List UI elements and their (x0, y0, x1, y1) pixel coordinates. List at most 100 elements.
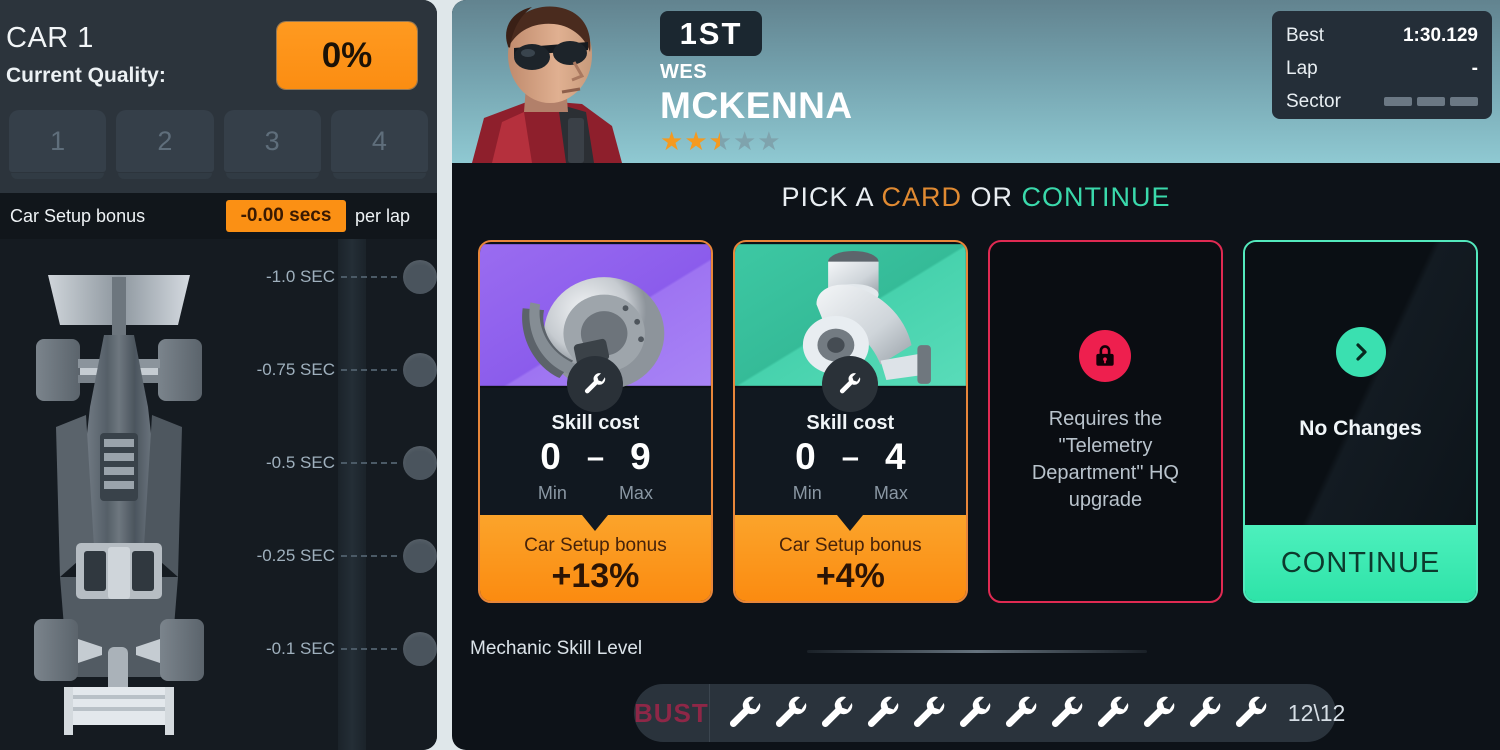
wrench-icon (1051, 696, 1083, 727)
wrench-icon (1143, 696, 1175, 727)
chevron-glyph-icon (1355, 342, 1367, 361)
milestone-dash (341, 462, 397, 464)
notch-arrow-icon (837, 515, 864, 531)
upgrade-card-2[interactable]: Skill cost 0 – 4 Min Max Car Setup bonus… (732, 240, 968, 603)
milestone-label: -0.25 SEC (256, 546, 335, 565)
wrench-token-list: 12\12 (710, 692, 1364, 734)
milestone-dash (341, 369, 397, 371)
timing-key: Lap (1286, 57, 1318, 79)
milestone-dot (403, 632, 437, 666)
driver-last-name: MCKENNA (660, 85, 853, 126)
timing-row-best: Best 1:30.129 (1286, 19, 1478, 52)
star-half-icon: ★ (709, 128, 732, 154)
card-list: Skill cost 0 – 9 Min Max Car Setup bonus… (478, 240, 1478, 603)
milestone-dot (403, 539, 437, 573)
skill-cost-label: Skill cost (806, 412, 895, 434)
car-setup-bonus-row: Car Setup bonus -0.00 secs per lap (0, 193, 437, 239)
car-tab-label: 2 (157, 125, 173, 156)
skill-cost-min-value: 0 (540, 436, 561, 477)
milestone-label: -1.0 SEC (266, 267, 335, 286)
min-label: Min (792, 483, 822, 503)
sector-bar (1384, 97, 1412, 106)
wrench-icon (1235, 696, 1267, 727)
notch-arrow-icon (582, 515, 609, 531)
driver-rating-stars: ★ ★ ★ ★ ★ (660, 128, 781, 154)
milestone-label: -0.1 SEC (266, 639, 335, 658)
wrench-icon (775, 696, 807, 727)
car-setup-bonus-label: Car Setup bonus (10, 205, 146, 226)
star-icon: ★ (684, 126, 708, 156)
heading-part-card: CARD (881, 182, 963, 212)
sector-bars (1384, 97, 1478, 106)
car-tab-1[interactable]: 1 (9, 110, 107, 179)
f1-car-top-view-icon (34, 275, 204, 735)
car-tab-2[interactable]: 2 (116, 110, 214, 179)
continue-button[interactable]: CONTINUE (1245, 525, 1476, 601)
milestone-row: -0.75 SEC (230, 350, 437, 390)
upgrade-card-1[interactable]: Skill cost 0 – 9 Min Max Car Setup bonus… (478, 240, 713, 603)
milestone-label: -0.5 SEC (266, 453, 335, 472)
wrench-icon (959, 696, 991, 727)
wrench-glyph-icon (840, 373, 861, 394)
page-title: CAR 1 (6, 22, 94, 54)
wrench-icon (1005, 696, 1037, 727)
wrench-icon (1189, 696, 1221, 727)
wrench-glyph-icon (585, 373, 606, 394)
setup-milestone-list: -1.0 SEC -0.75 SEC -0.5 SEC -0.25 SEC -0 (230, 239, 437, 750)
bonus-label: Car Setup bonus (524, 535, 667, 556)
lock-icon (1079, 329, 1132, 382)
skill-cost-sublabels: Min Max (735, 483, 966, 504)
timing-key: Best (1286, 24, 1325, 46)
min-label: Min (537, 483, 567, 503)
skill-cost-max-value: 4 (884, 436, 906, 477)
car-setup-panel: CAR 1 Current Quality: 0% 1 2 3 4 Car Se… (0, 0, 437, 750)
max-label: Max (618, 483, 653, 503)
locked-requirement-text: Requires the "Telemetry Department" HQ u… (1031, 407, 1179, 511)
continue-card[interactable]: No Changes CONTINUE (1243, 240, 1478, 603)
skill-cost-max-value: 9 (630, 436, 651, 477)
car-tab-4[interactable]: 4 (330, 110, 428, 179)
sector-bar (1450, 97, 1478, 106)
wrench-icon (567, 356, 624, 412)
wrench-count-label: 12\12 (1287, 699, 1346, 726)
position-badge: 1ST (660, 11, 762, 56)
car-tab-label: 1 (50, 125, 66, 156)
car-setup-bonus-value: -0.00 secs (226, 200, 346, 232)
milestone-dash (341, 648, 397, 650)
pick-a-card-heading: PICK A CARD OR CONTINUE (452, 182, 1500, 213)
heading-part-pick: PICK A (781, 182, 882, 212)
car-tab-label: 4 (371, 125, 387, 156)
car-tabs: 1 2 3 4 (0, 101, 437, 193)
current-quality-label: Current Quality: (6, 64, 166, 87)
skill-cost-range: 0 – 9 (480, 436, 711, 478)
bust-label: BUST (634, 684, 710, 742)
wrench-icon (913, 696, 945, 727)
wrench-icon (822, 356, 879, 412)
milestone-label: -0.75 SEC (256, 360, 335, 379)
driver-banner: 1ST WES MCKENNA ★ ★ ★ ★ ★ Best 1:30.129 … (452, 0, 1500, 163)
timing-row-sector: Sector (1286, 85, 1478, 118)
sector-bar (1417, 97, 1445, 106)
quality-percent-badge: 0% (277, 22, 417, 89)
timing-panel: Best 1:30.129 Lap - Sector (1272, 11, 1492, 119)
lock-glyph-icon (1096, 344, 1115, 366)
max-label: Max (873, 483, 908, 503)
wrench-icon (821, 696, 853, 727)
timing-row-lap: Lap - (1286, 52, 1478, 85)
car-tab-3[interactable]: 3 (223, 110, 321, 179)
no-changes-label: No Changes (1299, 416, 1422, 440)
continue-button-label: CONTINUE (1280, 546, 1441, 579)
skill-cost-min-value: 0 (795, 436, 816, 477)
milestone-row: -0.1 SEC (230, 629, 437, 669)
wrench-icon (867, 696, 899, 727)
milestone-dash (341, 555, 397, 557)
range-dash: – (841, 439, 859, 474)
car-setup-bonus-suffix: per lap (355, 205, 411, 226)
milestone-row: -0.25 SEC (230, 536, 437, 576)
milestone-row: -1.0 SEC (230, 257, 437, 297)
star-empty-icon: ★ (732, 126, 757, 156)
wrench-icon (729, 696, 761, 727)
milestone-row: -0.5 SEC (230, 443, 437, 483)
star-empty-icon: ★ (757, 126, 781, 156)
milestone-dot (403, 353, 437, 387)
